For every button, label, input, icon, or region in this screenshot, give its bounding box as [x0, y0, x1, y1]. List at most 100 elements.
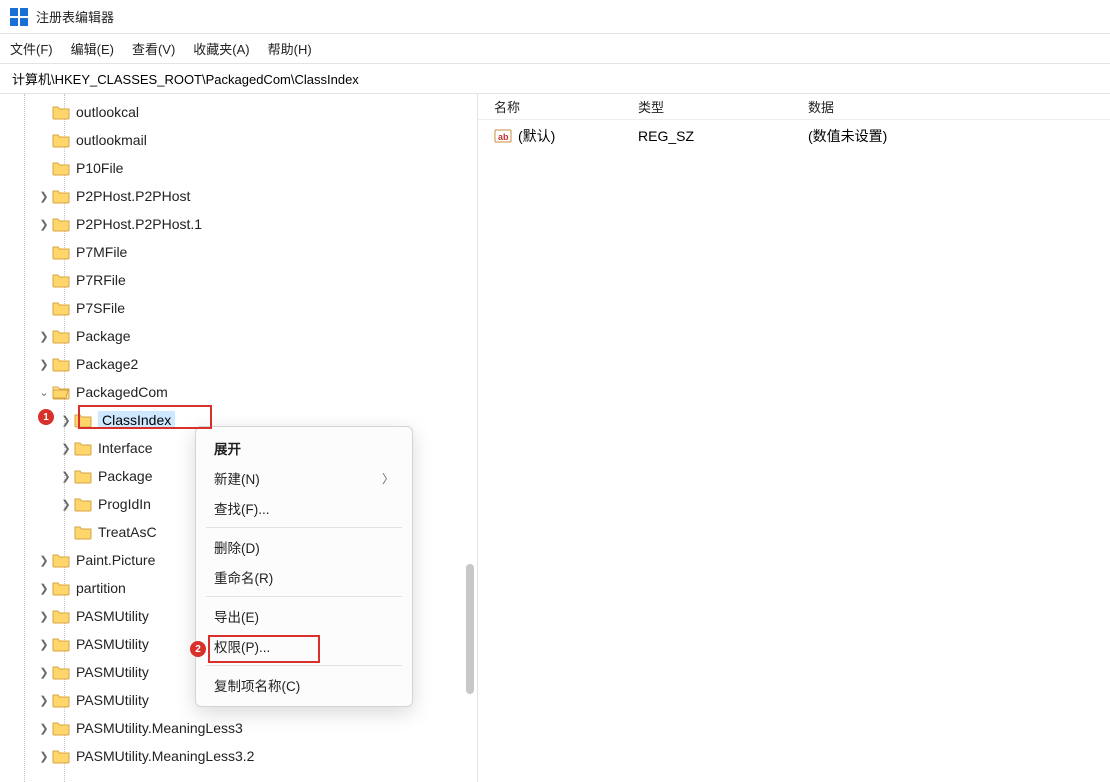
main-area: outlookcal outlookmail P10File ❯ P2PHost.P2P…: [0, 94, 1110, 782]
folder-icon: [52, 188, 70, 204]
folder-icon: [52, 580, 70, 596]
cm-separator: [206, 596, 402, 597]
tree-node-label: partition: [76, 580, 126, 596]
tree-node[interactable]: P7MFile: [0, 238, 477, 266]
address-bar[interactable]: 计算机\HKEY_CLASSES_ROOT\PackagedCom\ClassI…: [0, 64, 1110, 94]
chevron-right-icon[interactable]: ❯: [58, 440, 74, 456]
cm-delete-label: 删除(D): [214, 537, 260, 557]
chevron-right-icon[interactable]: ❯: [36, 580, 52, 596]
menubar: 文件(F) 编辑(E) 查看(V) 收藏夹(A) 帮助(H): [0, 34, 1110, 64]
value-row[interactable]: ab (默认) REG_SZ (数值未设置): [478, 120, 1110, 152]
tree-node[interactable]: ❯ P2PHost.P2PHost: [0, 182, 477, 210]
folder-icon: [52, 692, 70, 708]
folder-icon: [74, 524, 92, 540]
tree-node[interactable]: ❯ PASMUtility.MeaningLess3.2: [0, 742, 477, 770]
chevron-right-icon[interactable]: ❯: [36, 664, 52, 680]
chevron-right-icon[interactable]: ❯: [58, 412, 74, 428]
tree-node-label: ProgIdIn: [98, 496, 151, 512]
folder-icon: [74, 412, 92, 428]
tree-node[interactable]: outlookcal: [0, 98, 477, 126]
tree-node-label: Paint.Picture: [76, 552, 155, 568]
tree-node-label: TreatAsC: [98, 524, 157, 540]
tree-node-label: P10File: [76, 160, 123, 176]
folder-icon: [52, 552, 70, 568]
tree-node-label: ClassIndex: [102, 412, 171, 428]
chevron-down-icon[interactable]: ⌄: [36, 384, 52, 400]
cm-new[interactable]: 新建(N) 〉: [196, 463, 412, 493]
cm-copy-key-name[interactable]: 复制项名称(C): [196, 670, 412, 700]
tree-node-label: P7RFile: [76, 272, 126, 288]
tree-node[interactable]: P10File: [0, 154, 477, 182]
folder-icon: [52, 356, 70, 372]
tree-scrollbar-thumb[interactable]: [466, 564, 474, 694]
chevron-right-icon[interactable]: ❯: [58, 496, 74, 512]
tree-node-label: PackagedCom: [76, 384, 168, 400]
cm-copy-key-label: 复制项名称(C): [214, 675, 300, 695]
chevron-right-icon[interactable]: ❯: [36, 608, 52, 624]
cm-rename[interactable]: 重命名(R): [196, 562, 412, 592]
tree-node-label: P7MFile: [76, 244, 127, 260]
menu-view[interactable]: 查看(V): [132, 39, 175, 58]
tree-node[interactable]: ❯Package: [0, 322, 477, 350]
value-header: 名称 类型 数据: [478, 94, 1110, 120]
cm-export[interactable]: 导出(E): [196, 601, 412, 631]
cm-separator: [206, 665, 402, 666]
tree-node-label: PASMUtility.MeaningLess3: [76, 720, 243, 736]
chevron-right-icon[interactable]: ❯: [36, 720, 52, 736]
tree-node-label: PASMUtility: [76, 608, 149, 624]
value-name: (默认): [518, 126, 555, 146]
menu-help[interactable]: 帮助(H): [268, 39, 312, 58]
string-value-icon: ab: [494, 128, 512, 144]
tree-scrollbar[interactable]: [465, 204, 475, 694]
value-header-type[interactable]: 类型: [638, 97, 808, 116]
tree-node-label: PASMUtility.MeaningLess3.2: [76, 748, 254, 764]
chevron-right-icon[interactable]: ❯: [36, 636, 52, 652]
annotation-marker-2: 2: [190, 641, 206, 657]
cm-permissions[interactable]: 权限(P)...: [196, 631, 412, 661]
tree-node-label: P2PHost.P2PHost.1: [76, 216, 202, 232]
cm-export-label: 导出(E): [214, 606, 259, 626]
chevron-right-icon[interactable]: ❯: [58, 468, 74, 484]
chevron-right-icon[interactable]: ❯: [36, 188, 52, 204]
tree-node-label: P2PHost.P2PHost: [76, 188, 190, 204]
tree-node-label: outlookcal: [76, 104, 139, 120]
cm-find[interactable]: 查找(F)...: [196, 493, 412, 523]
cm-delete[interactable]: 删除(D): [196, 532, 412, 562]
chevron-right-icon[interactable]: ❯: [36, 692, 52, 708]
folder-icon: [52, 132, 70, 148]
chevron-right-icon[interactable]: ❯: [36, 216, 52, 232]
tree-node[interactable]: ⌄ PackagedCom: [0, 378, 477, 406]
chevron-right-icon[interactable]: ❯: [36, 552, 52, 568]
tree-node-label: P7SFile: [76, 300, 125, 316]
cm-rename-label: 重命名(R): [214, 567, 273, 587]
chevron-right-icon: 〉: [382, 470, 394, 487]
tree-node[interactable]: outlookmail: [0, 126, 477, 154]
chevron-right-icon[interactable]: ❯: [36, 356, 52, 372]
chevron-right-icon[interactable]: ❯: [36, 748, 52, 764]
menu-edit[interactable]: 编辑(E): [71, 39, 114, 58]
menu-file[interactable]: 文件(F): [10, 39, 53, 58]
chevron-right-icon[interactable]: ❯: [36, 328, 52, 344]
value-data: (数值未设置): [808, 126, 1110, 146]
tree-node[interactable]: P7RFile: [0, 266, 477, 294]
context-menu: 展开 新建(N) 〉 查找(F)... 删除(D) 重命名(R) 导出(E) 权…: [195, 426, 413, 707]
annotation-marker-2-label: 2: [195, 644, 201, 655]
value-header-data[interactable]: 数据: [808, 97, 1110, 116]
app-title: 注册表编辑器: [36, 7, 114, 26]
folder-icon: [52, 608, 70, 624]
folder-icon: [52, 104, 70, 120]
cm-new-label: 新建(N): [214, 468, 260, 488]
tree-node[interactable]: ❯ P2PHost.P2PHost.1: [0, 210, 477, 238]
folder-icon: [52, 636, 70, 652]
cm-separator: [206, 527, 402, 528]
menu-favorites[interactable]: 收藏夹(A): [193, 39, 249, 58]
value-pane: 名称 类型 数据 ab (默认) REG_SZ (数值未设置): [478, 94, 1110, 782]
cm-expand[interactable]: 展开: [196, 433, 412, 463]
folder-icon: [74, 468, 92, 484]
tree-node[interactable]: ❯ PASMUtility.MeaningLess3: [0, 714, 477, 742]
value-header-name[interactable]: 名称: [478, 97, 638, 116]
tree-node[interactable]: ❯ Package2: [0, 350, 477, 378]
titlebar: 注册表编辑器: [0, 0, 1110, 34]
tree-node[interactable]: P7SFile: [0, 294, 477, 322]
tree-node-label: Package2: [76, 356, 138, 372]
